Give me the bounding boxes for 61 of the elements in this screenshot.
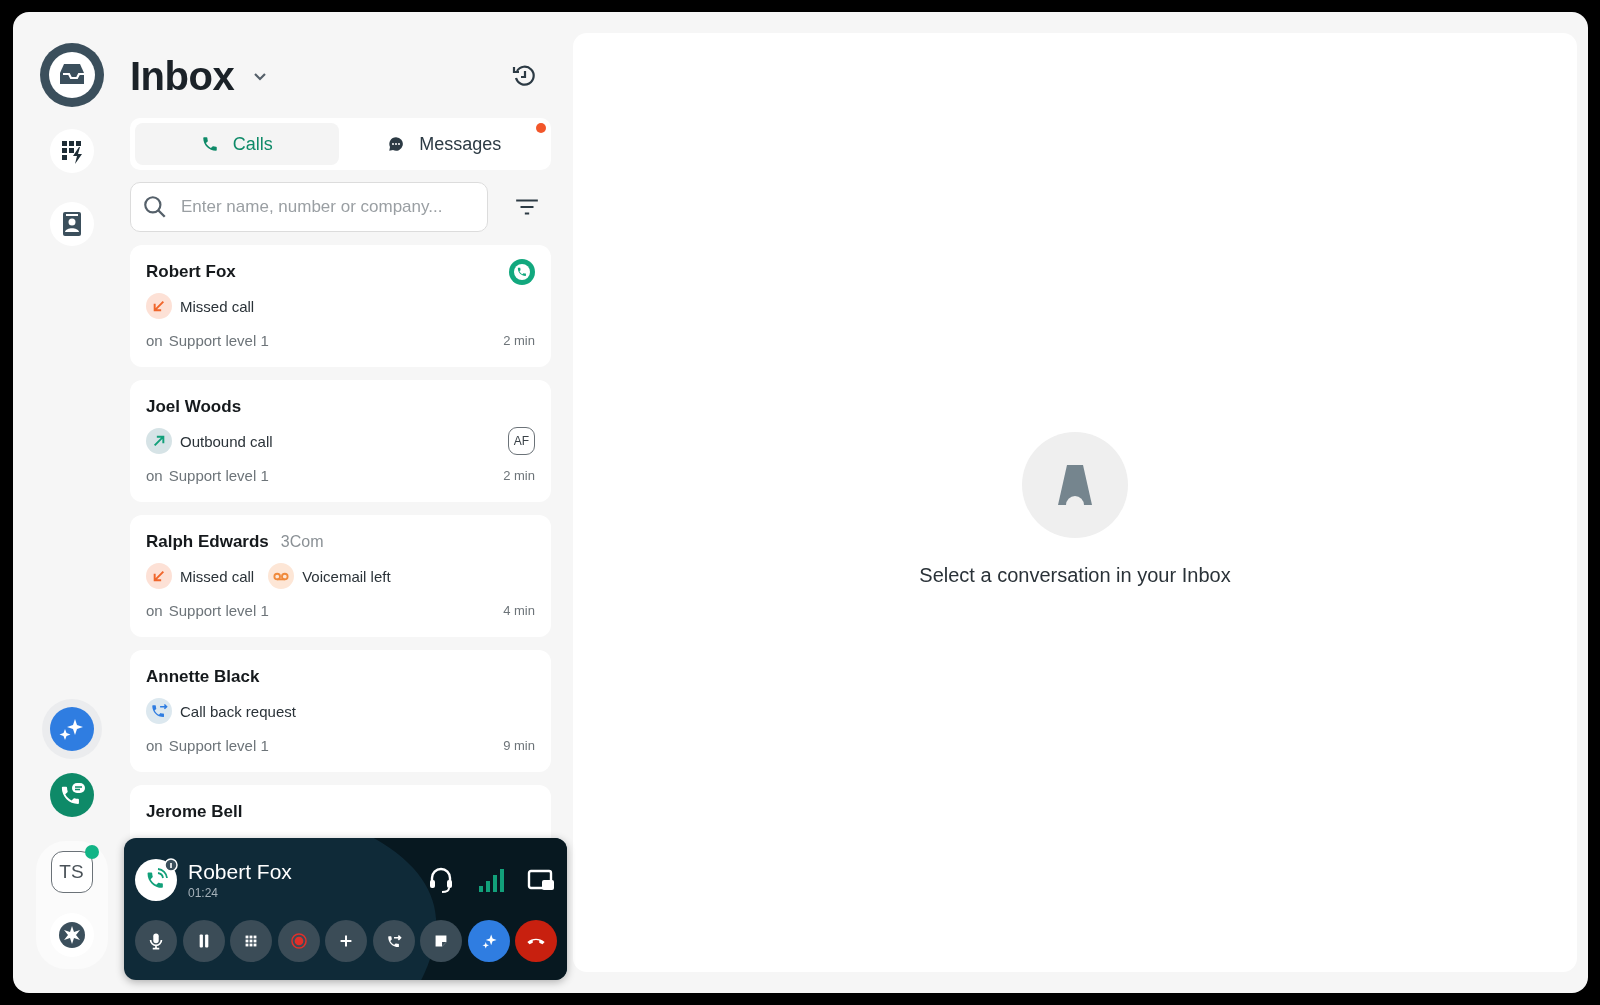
contact-name: Annette Black — [146, 667, 260, 687]
empty-inbox-icon — [1022, 432, 1128, 538]
time-ago: 4 min — [503, 602, 535, 618]
active-call-icon — [134, 858, 178, 902]
call-event: Voicemail left — [302, 567, 391, 585]
keypad-icon[interactable] — [49, 129, 94, 173]
inbox-icon[interactable] — [39, 43, 104, 107]
time-ago: 9 min — [503, 737, 535, 753]
conversation-card[interactable]: Ralph Edwards 3Com Missed call Voicemail left on Support level 1 4 min — [130, 515, 551, 637]
chat-bubble-icon — [387, 135, 406, 153]
phone-message-icon[interactable] — [49, 773, 94, 817]
callback-icon — [146, 698, 172, 724]
missed-call-icon — [146, 563, 172, 589]
empty-state-message: Select a conversation in your Inbox — [919, 564, 1231, 587]
contact-name: Joel Woods — [146, 397, 242, 417]
call-event: Outbound call — [180, 432, 273, 450]
headset-icon[interactable] — [427, 866, 455, 894]
call-event: Missed call — [180, 567, 255, 585]
plus-icon[interactable] — [325, 920, 367, 962]
history-icon[interactable] — [511, 63, 537, 89]
record-icon[interactable] — [277, 920, 320, 962]
transfer-call-icon[interactable] — [372, 920, 415, 962]
tab[interactable]: Calls — [135, 123, 339, 165]
filter-icon[interactable] — [514, 196, 540, 218]
note-icon[interactable] — [420, 920, 462, 962]
keypad-icon[interactable] — [230, 920, 272, 962]
search-field[interactable]: Enter name, number or company... — [130, 182, 488, 232]
call-event: Call back request — [180, 702, 296, 720]
queue-name: Support level 1 — [168, 736, 269, 754]
queue-prefix: on — [146, 466, 163, 484]
time-ago: 2 min — [503, 332, 535, 348]
contact-name: Robert Fox — [146, 262, 236, 282]
tab[interactable]: Messages — [342, 123, 546, 165]
user-avatar[interactable]: TS — [50, 851, 93, 893]
conversation-card[interactable]: Annette Black Call back request on Support level 1 9 min — [130, 650, 551, 772]
missed-call-icon — [146, 293, 172, 319]
agent-initials: AF — [507, 427, 535, 455]
queue-prefix: on — [146, 331, 163, 349]
contact-name: Ralph Edwards — [146, 532, 269, 552]
search-icon — [142, 194, 168, 220]
outbound-call-icon — [146, 428, 172, 454]
time-ago: 2 min — [503, 467, 535, 483]
voicemail-icon — [268, 563, 295, 589]
contact-name: Jerome Bell — [146, 802, 243, 822]
page-title: Inbox — [130, 53, 235, 99]
pause-icon[interactable] — [182, 920, 225, 962]
queue-name: Support level 1 — [168, 601, 269, 619]
phone-icon — [200, 135, 219, 153]
queue-name: Support level 1 — [168, 331, 269, 349]
queue-prefix: on — [146, 601, 163, 619]
mic-icon[interactable] — [135, 920, 177, 962]
queue-prefix: on — [146, 736, 163, 754]
company-name: 3Com — [280, 533, 324, 551]
call-event: Missed call — [180, 297, 255, 315]
conversation-card[interactable]: Robert Fox Missed call on Support level 1 2 min — [130, 245, 551, 367]
conversation-card[interactable]: Joel Woods Outbound call AF on Support level 1 2 min — [130, 380, 551, 502]
contact-card-icon[interactable] — [49, 202, 94, 246]
call-duration: 01:24 — [188, 886, 220, 900]
queue-name: Support level 1 — [168, 466, 269, 484]
signal-icon — [477, 866, 505, 894]
caller-name: Robert Fox — [188, 860, 292, 884]
